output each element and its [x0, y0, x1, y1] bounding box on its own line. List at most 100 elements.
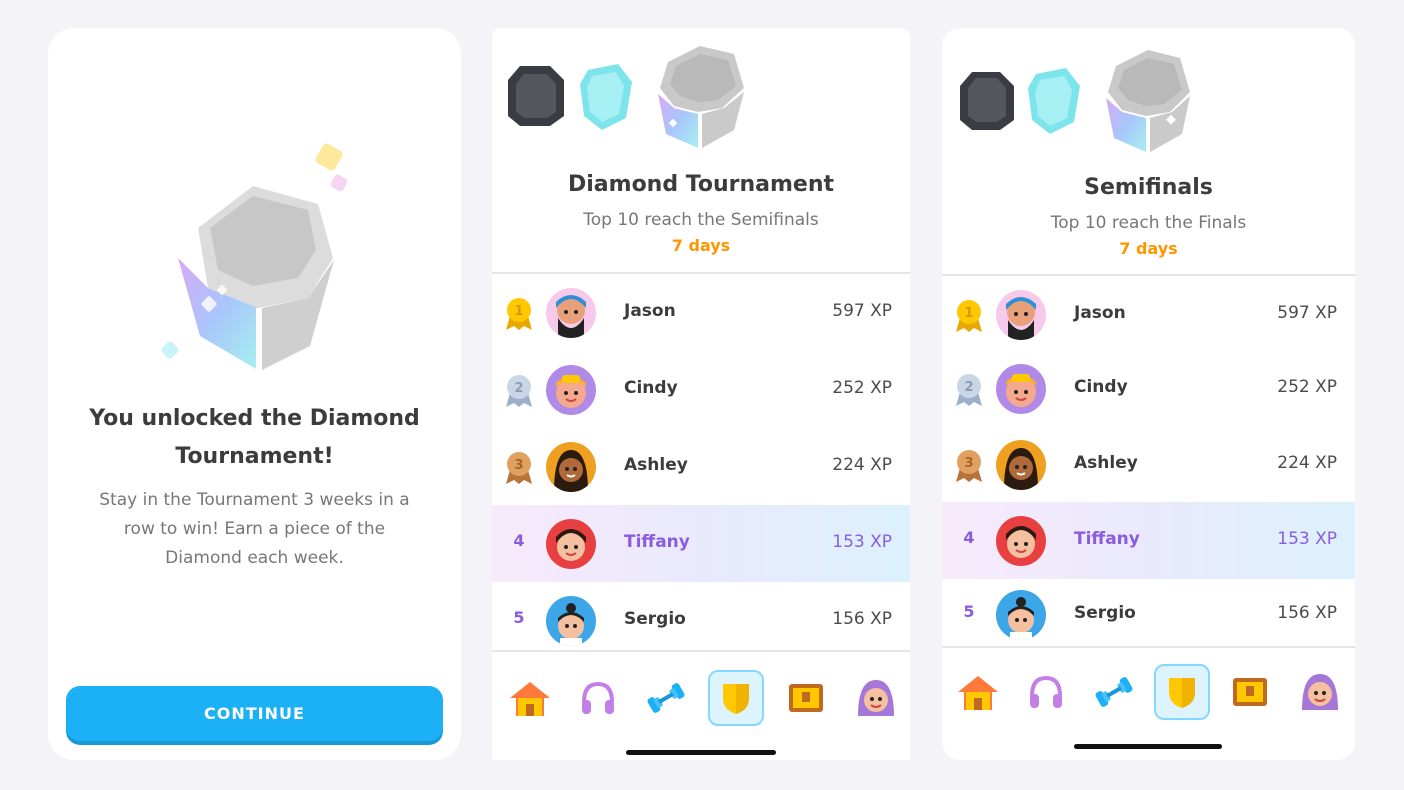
home-icon: [510, 682, 550, 716]
avatar[interactable]: [546, 596, 596, 646]
user-xp: 597 XP: [832, 301, 892, 321]
leaderboard-row[interactable]: 2 Cindy 252 XP: [492, 351, 910, 428]
continue-button[interactable]: CONTINUE: [66, 686, 443, 741]
user-xp: 156 XP: [1277, 603, 1337, 623]
shield-icon: [723, 684, 749, 714]
diamond-tournament-card: Diamond Tournament Top 10 reach the Semi…: [492, 28, 910, 760]
gold-medal-icon: 1: [506, 298, 532, 330]
tab-practice[interactable]: [638, 670, 694, 726]
tab-bar: [942, 650, 1355, 730]
unlock-title: You unlocked the Diamond Tournament!: [89, 406, 420, 469]
svg-text:1: 1: [514, 304, 523, 319]
user-xp: 156 XP: [832, 609, 892, 629]
headphones-icon: [582, 681, 614, 714]
gold-medal-icon: 1: [956, 300, 982, 332]
avatar[interactable]: [996, 364, 1046, 414]
avatar[interactable]: [546, 519, 596, 569]
chest-icon: [789, 684, 823, 712]
tabbar-divider: [492, 650, 910, 652]
user-xp: 252 XP: [1277, 377, 1337, 397]
leaderboard-row[interactable]: 3 Ashley 224 XP: [942, 426, 1355, 503]
user-name: Sergio: [1074, 603, 1136, 623]
league-days-remaining: 7 days: [671, 236, 731, 255]
tab-profile[interactable]: [848, 670, 904, 726]
avatar[interactable]: [546, 365, 596, 415]
league-title: Diamond Tournament: [568, 172, 834, 197]
tab-leaderboards[interactable]: [1154, 664, 1210, 720]
svg-text:3: 3: [964, 456, 973, 471]
profile-icon: [1302, 674, 1338, 710]
silver-medal-icon: 2: [956, 374, 982, 406]
rank-number: 4: [513, 531, 525, 550]
league-progress-icons: [508, 42, 748, 152]
tab-leaderboards[interactable]: [708, 670, 764, 726]
tab-practice[interactable]: [1086, 664, 1142, 720]
user-xp: 153 XP: [1277, 529, 1337, 549]
home-indicator: [1074, 744, 1222, 749]
avatar[interactable]: [996, 590, 1046, 640]
diamond-league-icon: [1102, 46, 1194, 156]
tab-home[interactable]: [502, 670, 558, 726]
svg-text:2: 2: [964, 380, 973, 395]
league-subtitle: Top 10 reach the Semifinals: [583, 210, 819, 230]
leaderboard-row[interactable]: 5 Sergio 156 XP: [942, 576, 1355, 653]
diamond-gem-icon: [161, 143, 348, 373]
chest-icon: [1233, 678, 1267, 706]
silver-medal-icon: 2: [506, 375, 532, 407]
user-name: Jason: [624, 301, 676, 321]
league-title: Semifinals: [1084, 175, 1213, 200]
tab-profile[interactable]: [1292, 664, 1348, 720]
avatar[interactable]: [996, 516, 1046, 566]
leaderboard-row[interactable]: 1 Jason 597 XP: [942, 276, 1355, 353]
svg-text:3: 3: [514, 458, 523, 473]
user-name: Cindy: [624, 378, 678, 398]
dumbbell-icon: [1095, 677, 1133, 707]
user-name: Tiffany: [1074, 529, 1140, 549]
user-xp: 597 XP: [1277, 303, 1337, 323]
user-xp: 224 XP: [1277, 453, 1337, 473]
user-name: Ashley: [624, 455, 688, 475]
tabbar-divider: [942, 646, 1355, 648]
tab-listening[interactable]: [570, 670, 626, 726]
leaderboard-row-current-user[interactable]: 4 Tiffany 153 XP: [492, 505, 910, 582]
user-name: Tiffany: [624, 532, 690, 552]
avatar[interactable]: [996, 440, 1046, 490]
user-name: Cindy: [1074, 377, 1128, 397]
leaderboard-row-current-user[interactable]: 4 Tiffany 153 XP: [942, 502, 1355, 579]
leaderboard-row[interactable]: 5 Sergio 156 XP: [492, 582, 910, 659]
dumbbell-icon: [647, 683, 685, 713]
leaderboard-row[interactable]: 2 Cindy 252 XP: [942, 350, 1355, 427]
tab-shop[interactable]: [1222, 664, 1278, 720]
avatar[interactable]: [996, 290, 1046, 340]
user-name: Jason: [1074, 303, 1126, 323]
league-subtitle: Top 10 reach the Finals: [1050, 213, 1247, 233]
rank-number: 5: [963, 602, 975, 621]
league-progress-icons: [960, 46, 1194, 156]
bronze-medal-icon: 3: [506, 452, 532, 484]
diamond-league-icon: [654, 42, 748, 152]
user-name: Sergio: [624, 609, 686, 629]
svg-text:1: 1: [964, 306, 973, 321]
user-xp: 252 XP: [832, 378, 892, 398]
shield-icon: [1169, 678, 1195, 708]
avatar[interactable]: [546, 442, 596, 492]
bronze-medal-icon: 3: [956, 450, 982, 482]
obsidian-league-icon: [960, 72, 1014, 130]
user-xp: 153 XP: [832, 532, 892, 552]
crystal-league-icon: [580, 64, 632, 130]
tab-listening[interactable]: [1018, 664, 1074, 720]
leaderboard-row[interactable]: 3 Ashley 224 XP: [492, 428, 910, 505]
tab-home[interactable]: [950, 664, 1006, 720]
avatar[interactable]: [546, 288, 596, 338]
home-icon: [958, 676, 998, 710]
rank-number: 4: [963, 528, 975, 547]
tab-shop[interactable]: [778, 670, 834, 726]
leaderboard-row[interactable]: 1 Jason 597 XP: [492, 274, 910, 351]
user-xp: 224 XP: [832, 455, 892, 475]
semifinals-card: Semifinals Top 10 reach the Finals 7 day…: [942, 28, 1355, 760]
headphones-icon: [1030, 675, 1062, 708]
crystal-league-icon: [1028, 68, 1080, 134]
home-indicator: [626, 750, 776, 755]
user-name: Ashley: [1074, 453, 1138, 473]
obsidian-league-icon: [508, 66, 564, 126]
